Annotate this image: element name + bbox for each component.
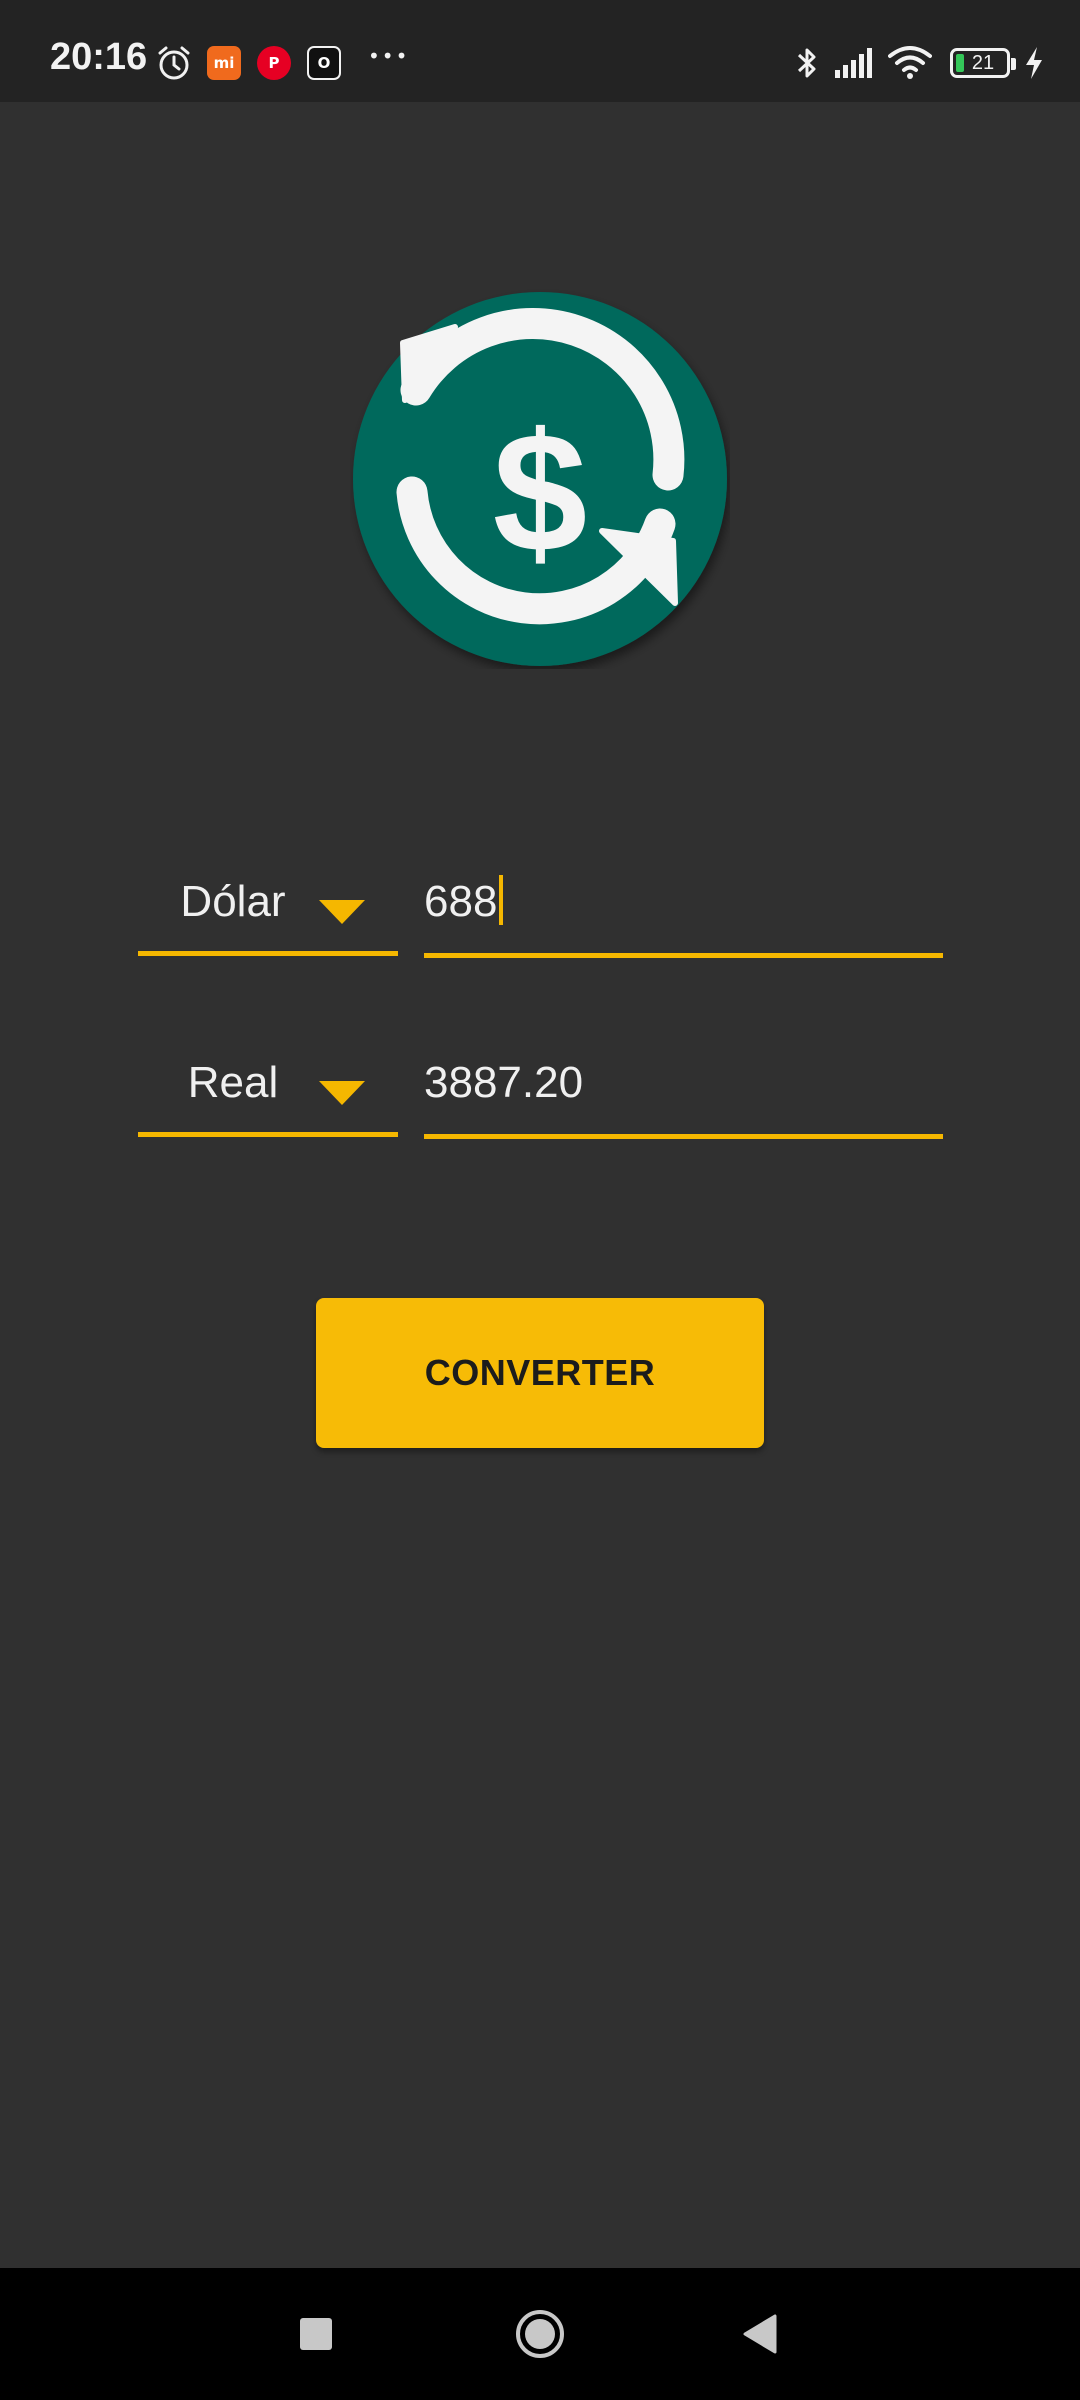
o-app-icon: O [307,46,341,80]
amount-input[interactable]: 688 [424,848,943,958]
amount-value: 688 [424,877,498,926]
text-cursor [499,875,504,926]
result-value: 3887.20 [424,1058,584,1107]
currency-exchange-icon: $ [353,292,727,666]
back-button[interactable] [700,2268,820,2400]
alarm-clock-icon [158,46,190,80]
amount-input-value: 688 [424,875,504,926]
dropdown-arrow-icon [319,1081,365,1105]
navigation-bar [0,2268,1080,2400]
battery-nub [1011,58,1016,70]
home-button[interactable] [480,2268,600,2400]
status-bar: 20:16 mi P O ••• 21 [0,0,1080,102]
charging-icon [1026,47,1042,79]
to-currency-spinner[interactable]: Real [138,1027,398,1137]
from-currency-label: Dólar [180,877,286,926]
back-triangle-icon [743,2314,777,2354]
recent-apps-button[interactable] [256,2268,376,2400]
from-currency-spinner[interactable]: Dólar [138,846,398,956]
circle-icon [516,2310,564,2358]
battery-icon: 21 [950,48,1010,78]
result-field[interactable]: 3887.20 [424,1029,943,1139]
square-icon [300,2318,332,2350]
signal-strength-icon [835,48,872,78]
mi-app-icon: mi [207,46,241,80]
pinterest-icon: P [257,46,291,80]
battery-level: 21 [971,52,995,74]
more-notifications-icon: ••• [368,44,410,68]
dollar-symbol: $ [493,398,588,588]
dropdown-arrow-icon [319,900,365,924]
status-time: 20:16 [50,36,148,78]
to-currency-label: Real [187,1058,279,1107]
wifi-icon [888,46,932,79]
bluetooth-icon [797,48,816,78]
convert-button[interactable]: CONVERTER [316,1298,764,1448]
